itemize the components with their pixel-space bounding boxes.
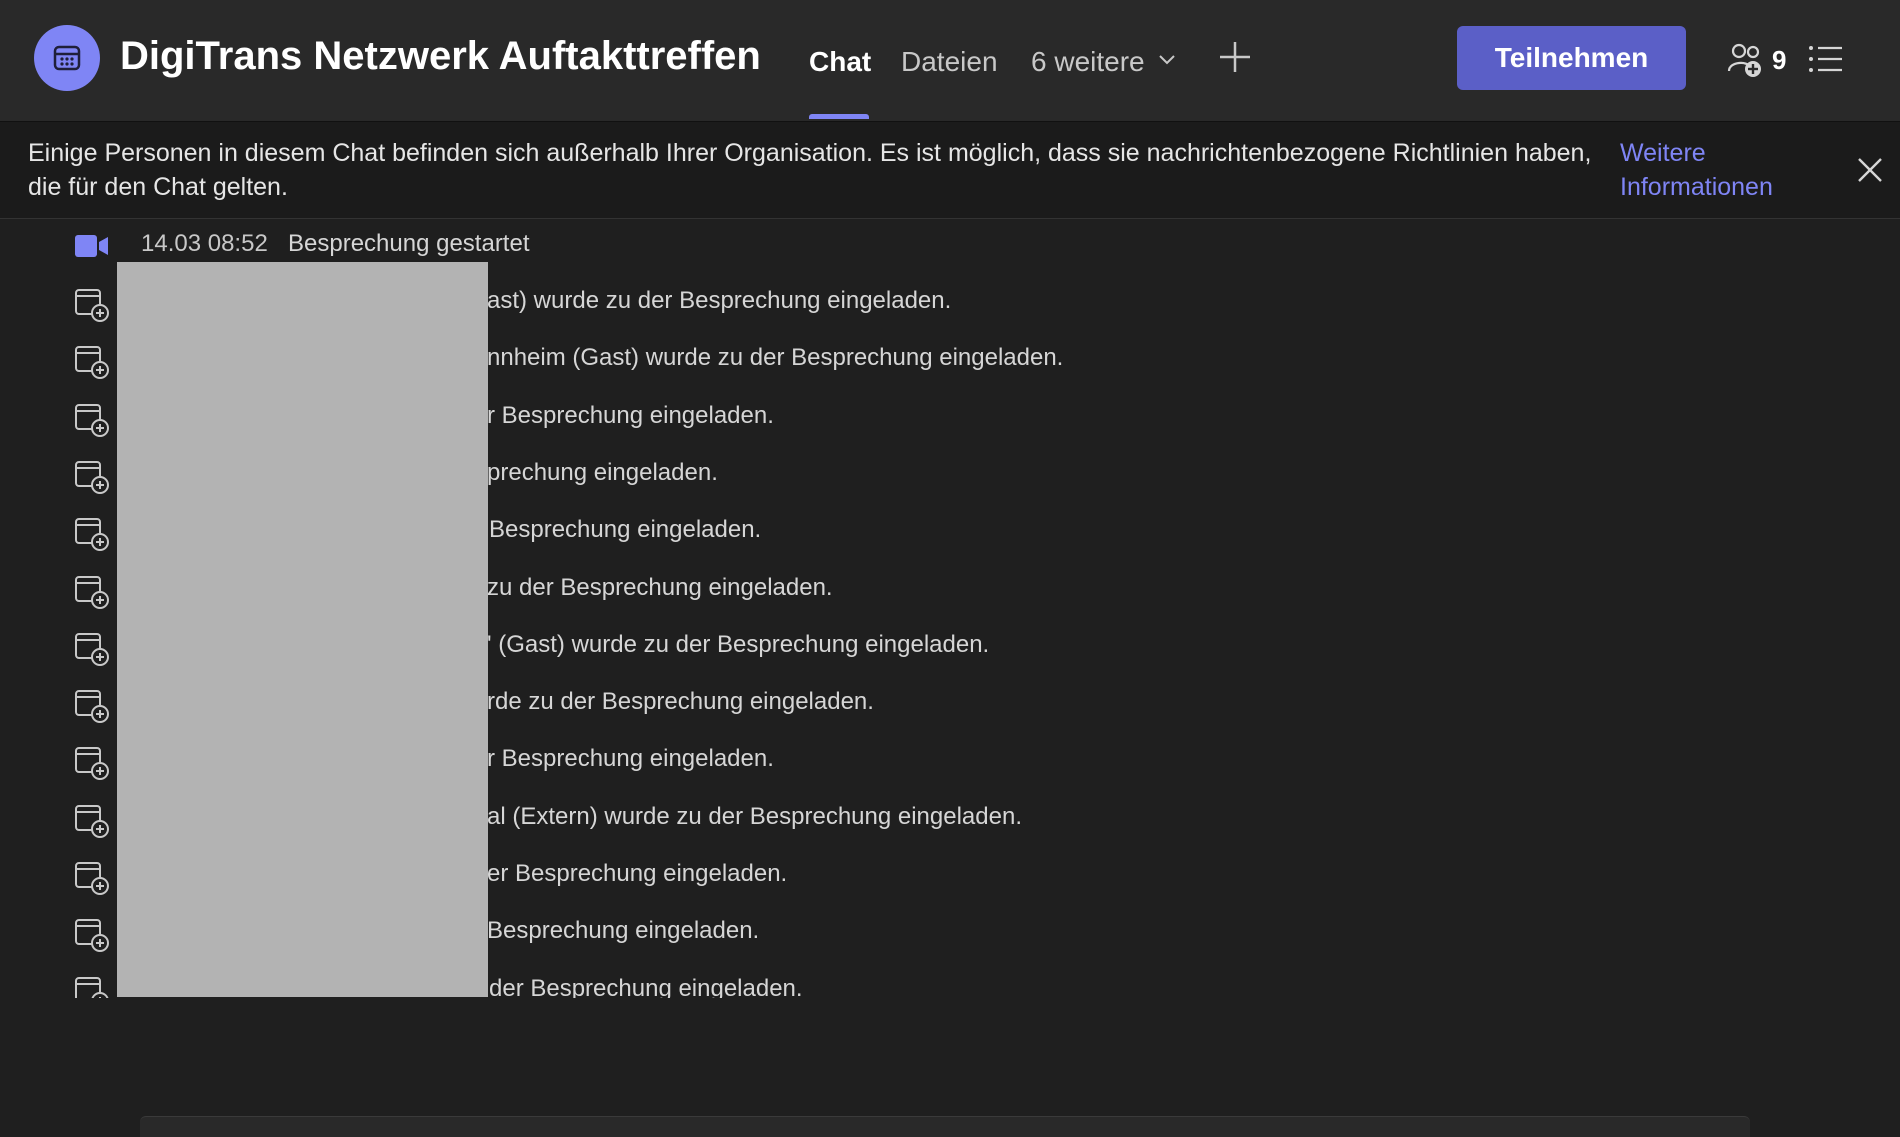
more-info-link[interactable]: Weitere Informationen — [1620, 136, 1800, 204]
invite-text: Besprechung eingeladen. — [487, 917, 760, 945]
calendar-add-icon — [75, 460, 109, 494]
external-participants-banner: Einige Personen in diesem Chat befinden … — [0, 121, 1900, 219]
invite-text: prechung eingeladen. — [487, 458, 718, 486]
calendar-add-icon — [75, 862, 109, 895]
invite-text: rde zu der Besprechung eingeladen. — [487, 688, 874, 716]
tab-files[interactable]: Dateien — [901, 46, 998, 78]
event-text: Besprechung gestartet — [288, 230, 530, 257]
invite-text: zu der Besprechung eingeladen. — [487, 573, 833, 601]
invite-text: ' (Gast) wurde zu der Besprechung eingel… — [487, 630, 990, 658]
invite-text: r Besprechung eingeladen. — [487, 745, 774, 773]
redacted-block — [117, 262, 488, 997]
add-tab-icon[interactable] — [1218, 40, 1252, 74]
calendar-add-icon — [75, 289, 109, 322]
participants-button[interactable]: 9 — [1726, 38, 1786, 82]
video-camera-icon — [75, 235, 108, 257]
tab-chat[interactable]: Chat — [809, 46, 871, 78]
calendar-add-icon — [75, 690, 109, 724]
invite-text: al (Extern) wurde zu der Besprechung ein… — [487, 802, 1022, 830]
participant-count: 9 — [1772, 44, 1787, 75]
meeting-header: DigiTrans Netzwerk Auftakttreffen Chat D… — [0, 0, 1900, 121]
people-add-icon — [1727, 43, 1761, 77]
active-tab-indicator — [809, 114, 869, 119]
close-icon[interactable] — [1856, 156, 1884, 184]
calendar-add-icon — [75, 747, 109, 781]
calendar-add-icon — [75, 403, 109, 437]
calendar-icon — [34, 25, 100, 91]
calendar-add-icon — [75, 976, 109, 998]
calendar-add-icon — [75, 518, 109, 552]
invite-text: r Besprechung eingeladen. — [487, 401, 774, 429]
invite-text: der Besprechung eingeladen. — [489, 974, 803, 998]
calendar-add-icon — [75, 804, 109, 838]
list-icon[interactable] — [1808, 44, 1844, 74]
event-timestamp: 14.03 08:52 — [141, 230, 268, 257]
banner-text: Einige Personen in diesem Chat befinden … — [28, 139, 1592, 201]
invite-text: ast) wurde zu der Besprechung eingeladen… — [487, 287, 952, 314]
tab-more[interactable]: 6 weitere — [1031, 46, 1145, 78]
invite-text: er Besprechung eingeladen. — [487, 860, 788, 887]
calendar-add-icon — [75, 632, 109, 666]
invite-text: Besprechung eingeladen. — [489, 516, 762, 544]
calendar-add-icon — [75, 919, 109, 953]
chevron-down-icon[interactable] — [1158, 54, 1176, 66]
join-button[interactable]: Teilnehmen — [1457, 26, 1686, 90]
compose-box[interactable] — [140, 1116, 1750, 1137]
invite-text: nnheim (Gast) wurde zu der Besprechung e… — [487, 344, 1064, 372]
calendar-add-icon — [75, 575, 109, 609]
calendar-add-icon — [75, 346, 109, 380]
page-title: DigiTrans Netzwerk Auftakttreffen — [120, 34, 761, 78]
